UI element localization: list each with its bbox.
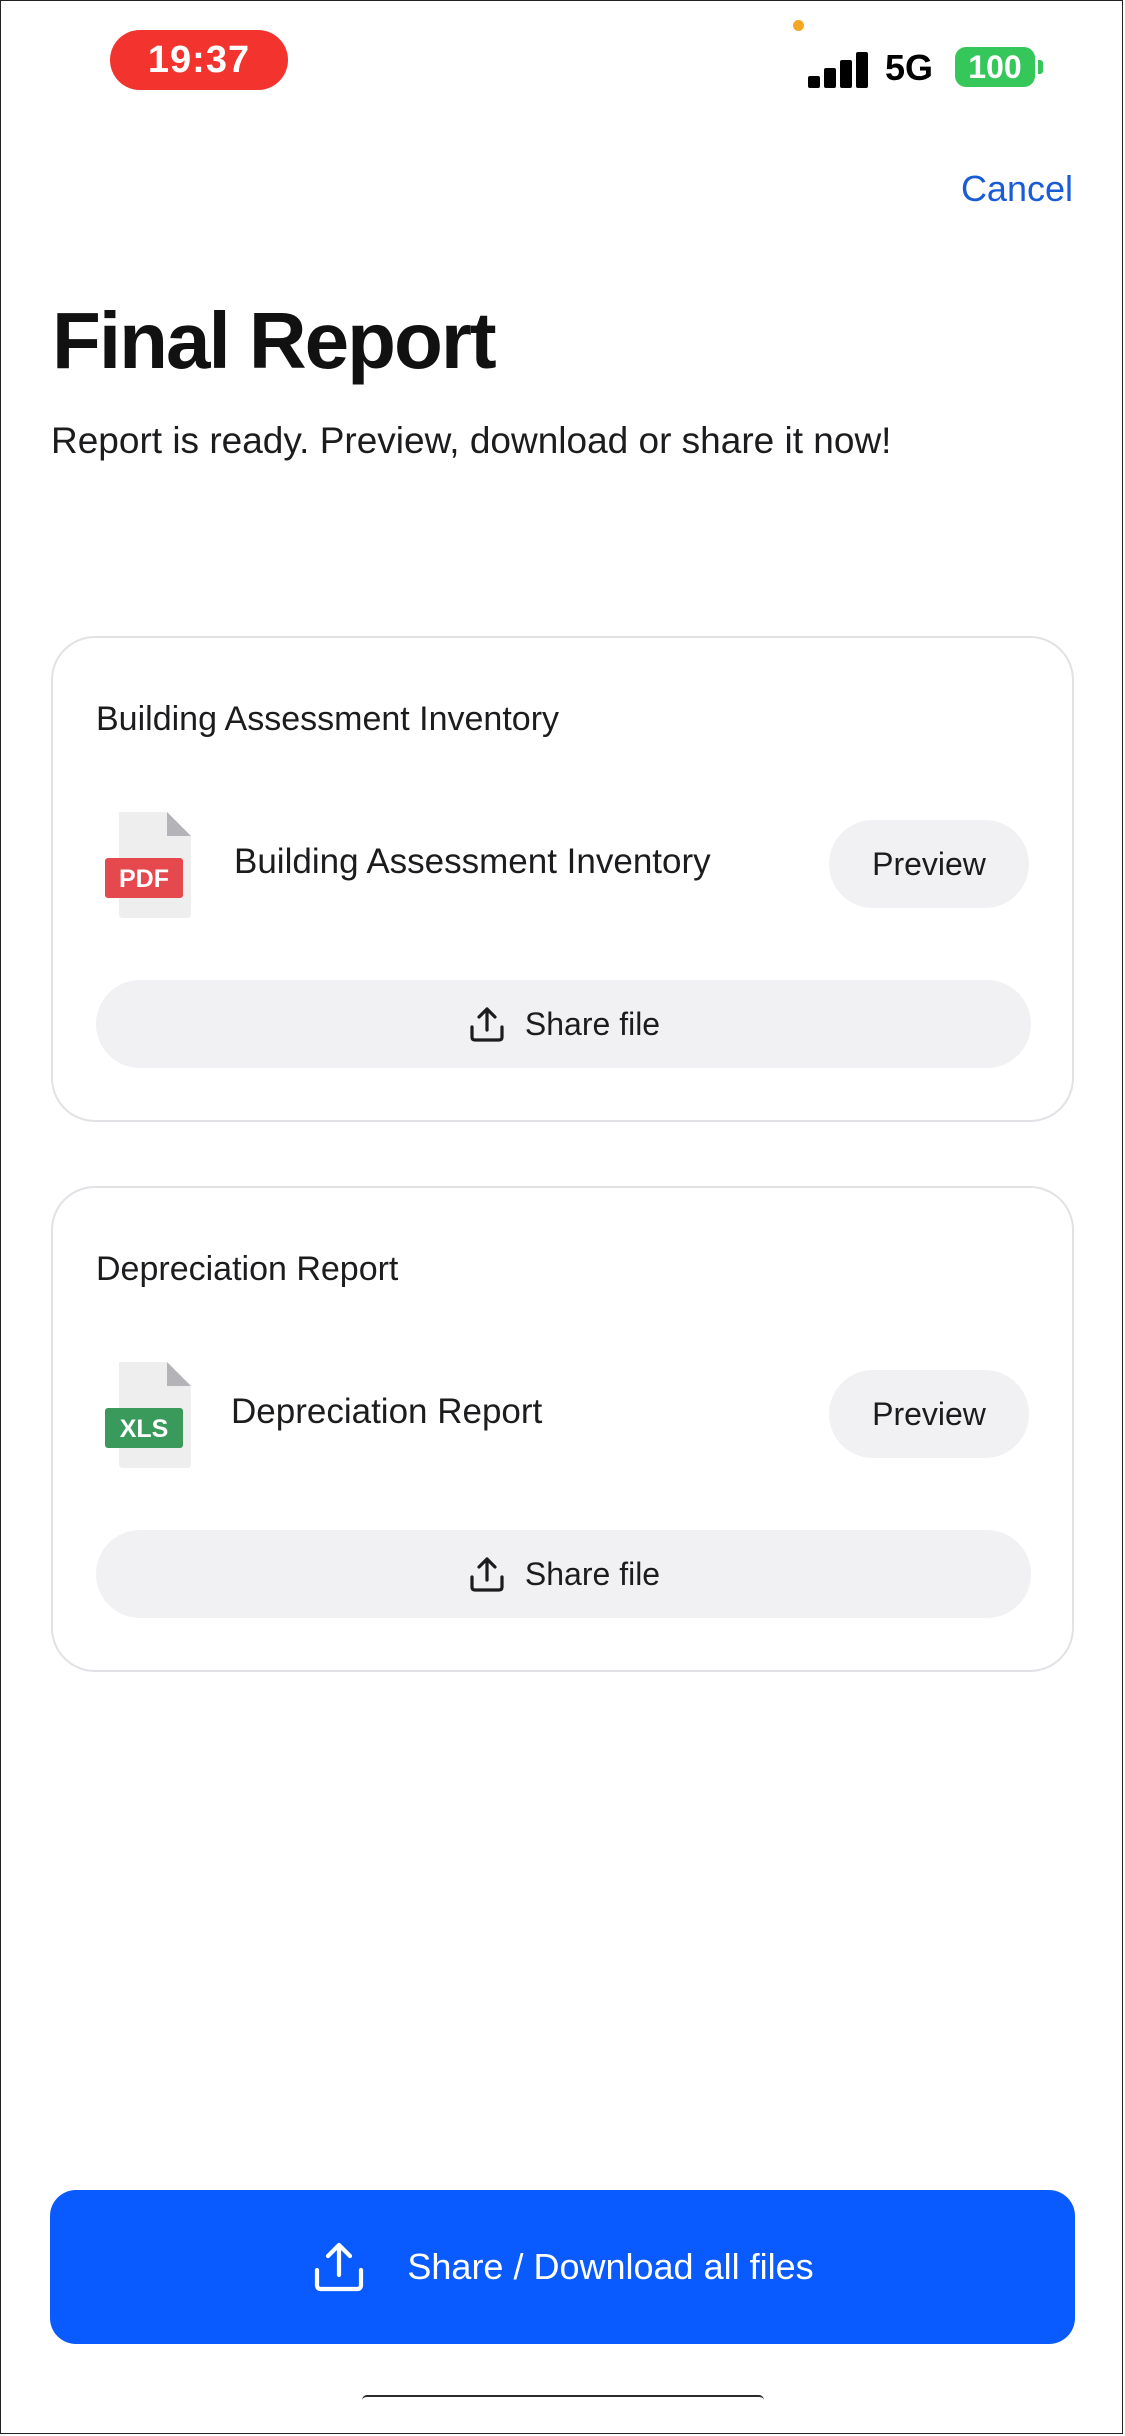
svg-text:XLS: XLS: [120, 1415, 169, 1443]
share-icon: [470, 1557, 504, 1592]
file-name: Building Assessment Inventory: [234, 842, 711, 881]
pdf-file-icon: PDF: [105, 812, 191, 918]
file-card: Depreciation Report XLS Depreciation Rep…: [51, 1186, 1074, 1672]
share-download-all-button[interactable]: Share / Download all files: [50, 2190, 1075, 2344]
page-subtitle: Report is ready. Preview, download or sh…: [51, 420, 892, 461]
upload-icon: [315, 2242, 364, 2292]
network-type: 5G: [885, 47, 934, 88]
home-indicator[interactable]: [362, 2395, 764, 2407]
xls-file-icon: XLS: [105, 1362, 191, 1468]
status-time: 19:37: [110, 30, 288, 90]
file-card-title: Building Assessment Inventory: [96, 700, 560, 738]
battery-tip: [1038, 60, 1043, 74]
share-file-button[interactable]: Share file: [96, 980, 1031, 1068]
svg-text:PDF: PDF: [119, 865, 169, 893]
page-title: Final Report: [52, 296, 497, 385]
signal-strength-icon: [808, 50, 870, 88]
share-file-label: Share file: [524, 1555, 661, 1592]
privacy-indicator-dot: [793, 20, 804, 31]
battery-icon: 100: [955, 47, 1035, 87]
file-name: Depreciation Report: [231, 1392, 543, 1431]
preview-button[interactable]: Preview: [829, 820, 1029, 908]
share-icon: [470, 1007, 504, 1042]
status-bar: 19:37 5G 100: [0, 0, 1125, 130]
share-download-all-label: Share / Download all files: [407, 2246, 814, 2287]
preview-button[interactable]: Preview: [829, 1370, 1029, 1458]
battery-level: 100: [968, 48, 1022, 85]
share-file-button[interactable]: Share file: [96, 1530, 1031, 1618]
file-card-title: Depreciation Report: [96, 1250, 399, 1288]
file-card: Building Assessment Inventory PDF Buildi…: [51, 636, 1074, 1122]
cancel-button[interactable]: Cancel: [961, 168, 1073, 210]
share-file-label: Share file: [524, 1005, 661, 1042]
